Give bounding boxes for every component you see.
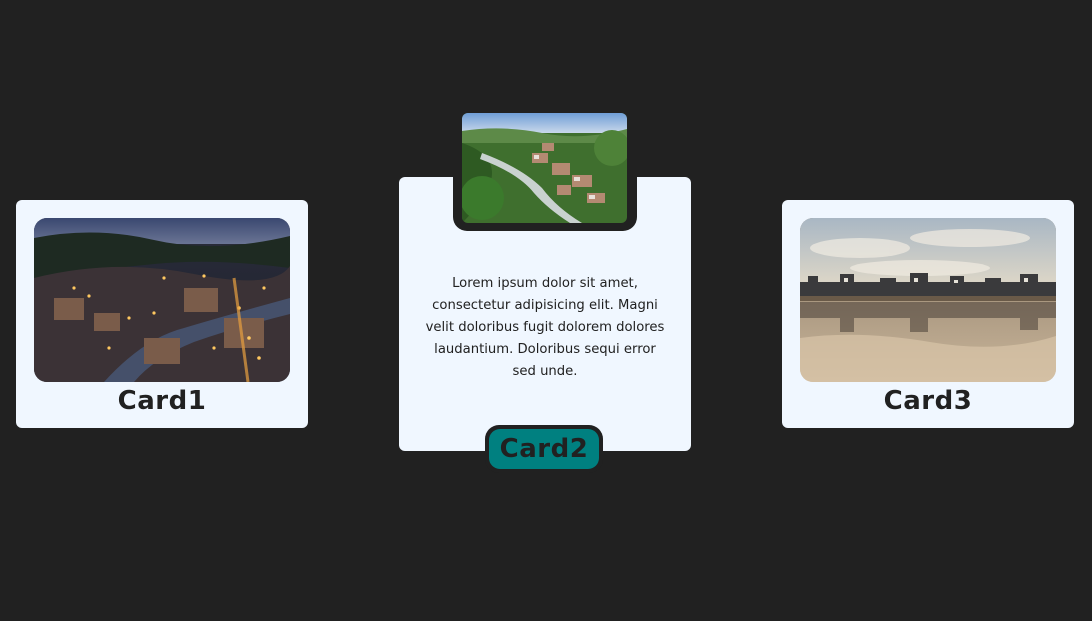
card-3-title: Card3 [883,386,973,416]
card-1[interactable]: Card1 [16,200,308,428]
town-at-night-photo [34,218,290,382]
card-2-badge-frame: Card2 [485,425,603,473]
beach-reflection-photo [800,218,1056,382]
card-1-title: Card1 [117,386,207,416]
card-2[interactable]: Lorem ipsum dolor sit amet, consectetur … [399,113,691,473]
card-2-description: Lorem ipsum dolor sit amet, consectetur … [425,276,665,379]
town-aerial-photo [462,113,627,223]
card-2-title: Card2 [489,429,599,469]
card-3[interactable]: Card3 [782,200,1074,428]
card-gallery: Card1 Lorem ipsum dolor sit amet, consec… [0,0,1092,621]
